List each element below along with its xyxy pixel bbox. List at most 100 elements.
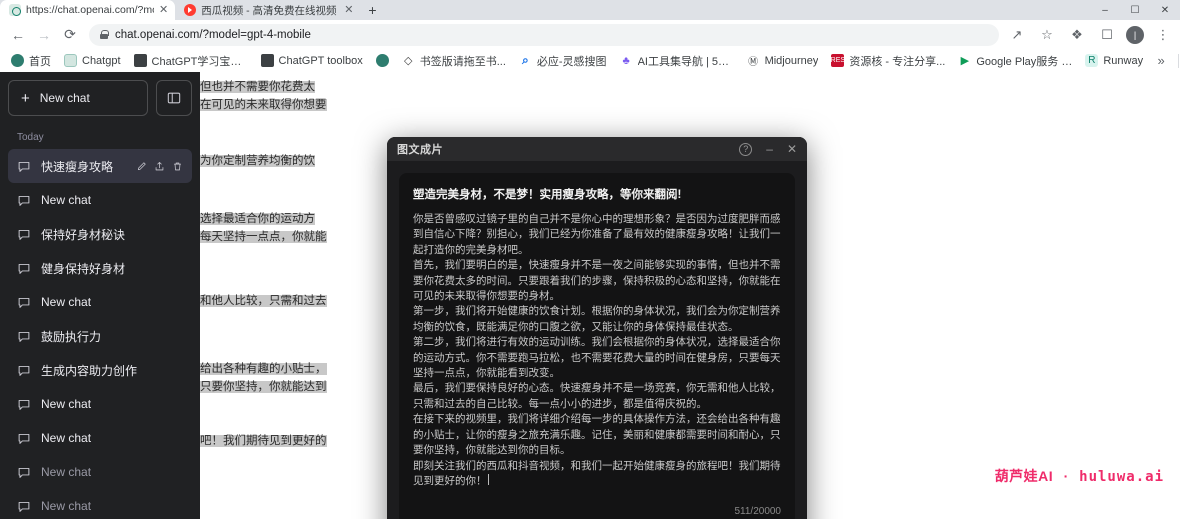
reload-button[interactable]: ⟳ [58,23,82,47]
character-counter: 511/20000 [734,506,781,517]
bookmark-label: ChatGPT toolbox [278,54,363,67]
browser-toolbar: ← → ⟳ chat.openai.com/?model=gpt-4-mobil… [0,20,1180,49]
modal-header: 图文成片 ? – ✕ [387,137,807,161]
new-tab-button[interactable]: + [360,0,384,20]
sidebar-chat-item[interactable]: New chat [8,489,192,519]
tab-close-icon[interactable]: ✕ [159,4,168,16]
star-icon[interactable]: ☆ [1036,24,1058,46]
sidebar-chat-item[interactable]: 快速瘦身攻略 [8,149,192,183]
share-icon[interactable] [154,161,165,172]
bookmark-item[interactable]: ◇ 书签版请拖至书... [396,51,512,71]
toolbar-actions: ↗ ☆ ❖ ☐ | ⋮ [1006,24,1174,46]
new-chat-label: New chat [39,91,90,105]
sidebar-chat-item[interactable]: New chat [8,387,192,421]
robot-icon-icon [260,54,274,67]
window-close-button[interactable]: ✕ [1150,0,1180,20]
chat-bubble-icon [18,501,30,512]
bookmark-item[interactable] [370,52,395,69]
avatar[interactable]: | [1126,25,1144,44]
puzzle-icon[interactable]: ❖ [1066,24,1088,46]
bookmark-item[interactable]: Chatgpt [58,52,127,69]
sidebar-chat-label: 快速瘦身攻略 [41,159,114,174]
close-icon[interactable]: ✕ [787,143,797,155]
page-text-line: 但也并不需要你花费太 [200,81,315,93]
share-icon[interactable]: ↗ [1006,24,1028,46]
page-text-line: 选择最适合你的运动方 [200,213,315,225]
chat-bubble-icon [18,161,30,172]
plus-icon: + [21,89,30,107]
divider [1178,53,1180,68]
robot-icon-icon [133,54,147,67]
address-bar[interactable]: chat.openai.com/?model=gpt-4-mobile [89,23,999,46]
page-text-line: 只要你坚持，你就能达到 [200,381,327,393]
watermark-separator: · [1063,468,1069,484]
chat-bubble-icon [18,331,30,342]
help-icon[interactable]: ? [739,142,753,156]
trash-icon[interactable] [172,161,183,172]
midjourney-icon-icon: Ⓜ [746,54,760,68]
bookmarks-overflow: » 其他书 [1150,50,1180,72]
window-maximize-button[interactable]: ☐ [1120,0,1150,20]
bookmark-item[interactable]: ♣ AI工具集导航 | 500... [614,51,740,71]
sidebar-chat-item[interactable]: 生成内容助力创作 [8,353,192,387]
browser-tab-chatgpt[interactable]: https://chat.openai.com/?mo ✕ [0,0,176,20]
sidebar-chat-item[interactable]: New chat [8,183,192,217]
page-text-line: 给出各种有趣的小贴士， [200,363,327,375]
sidebar-chat-item[interactable]: 保持好身材秘诀 [8,217,192,251]
window-controls: – ☐ ✕ [1090,0,1180,20]
sidebar-chat-item[interactable]: 健身保持好身材 [8,251,192,285]
editor-body-text: 你是否曾感叹过镜子里的自己并不是你心中的理想形象？是否因为过度肥胖而感到自信心下… [413,213,781,487]
bookmark-item[interactable]: ⌕ 必应-灵感搜图 [513,51,613,71]
bookmark-item[interactable]: Ⓜ Midjourney [741,52,825,69]
sidebar-toggle-button[interactable] [156,80,192,116]
bookmark-item[interactable]: RES 资源核 - 专注分享... [825,51,951,71]
text-editor[interactable]: 塑造完美身材，不是梦！实用瘦身攻略，等你来翻阅! 你是否曾感叹过镜子里的自己并不… [399,173,795,519]
chat-bubble-icon [18,399,30,410]
chat-item-actions [136,161,183,172]
bookmark-label: Google Play服务 -... [976,55,1073,68]
sidebar-group-label: Today [17,132,44,143]
chatgpt-favicon-icon [9,4,21,16]
bookmark-label: ChatGPT学习宝典 ... [151,55,248,68]
page-text-line: 和他人比较，只需和过去 [200,295,327,307]
browser-tab-xigua[interactable]: 西瓜视频 - 高清免费在线视频 - ✕ [175,0,361,20]
screen-root: https://chat.openai.com/?mo ✕ 西瓜视频 - 高清免… [0,0,1180,519]
tab-close-icon[interactable]: ✕ [344,4,353,16]
back-button[interactable]: ← [6,23,30,47]
bookmark-label: 资源核 - 专注分享... [849,55,946,68]
sidebar-top-row: + New chat [8,80,192,116]
bookmark-item[interactable]: 首页 [5,51,57,71]
bookmark-label: Runway [1103,54,1144,67]
bookmark-label: AI工具集导航 | 500... [637,55,734,68]
bookmark-item[interactable]: ChatGPT学习宝典 ... [128,51,254,71]
new-chat-button[interactable]: + New chat [8,80,148,116]
sidebar-chat-item[interactable]: New chat [8,421,192,455]
sidebar-chat-item[interactable]: New chat [8,455,192,489]
xigua-favicon-icon [184,4,197,16]
bookmark-label: 首页 [29,55,51,68]
bookmark-label: 必应-灵感搜图 [536,55,607,68]
text-caret [487,473,489,485]
sidebar-chat-label: 鼓励执行力 [41,329,102,344]
profile-icon[interactable]: ☐ [1096,24,1118,46]
bookmarks-overflow-icon[interactable]: » [1150,50,1172,72]
forward-button[interactable]: → [32,23,56,47]
bookmark-label: Midjourney [764,54,819,67]
page-text-line: 每天坚持一点点，你就能 [200,231,327,243]
bookmark-item[interactable]: ▶ Google Play服务 -... [952,51,1078,71]
window-minimize-button[interactable]: – [1090,0,1120,20]
bookmark-item[interactable]: ChatGPT toolbox [255,52,369,69]
sidebar-chat-label: New chat [41,295,92,309]
tab-title: 西瓜视频 - 高清免费在线视频 - [201,4,340,17]
sidebar-chat-label: 健身保持好身材 [41,261,126,276]
modal-title: 图文成片 [397,144,443,156]
sidebar-chat-item[interactable]: 鼓励执行力 [8,319,192,353]
minimize-icon[interactable]: – [766,143,773,155]
bookmark-label: Chatgpt [82,54,121,67]
google-play-icon-icon: ▶ [958,54,972,67]
edit-icon[interactable] [136,161,147,172]
bookmark-item[interactable]: R Runway [1079,52,1149,69]
browser-menu-icon[interactable]: ⋮ [1152,24,1174,46]
sidebar-chat-item[interactable]: New chat [8,285,192,319]
chatgpt-icon-icon [64,54,77,67]
